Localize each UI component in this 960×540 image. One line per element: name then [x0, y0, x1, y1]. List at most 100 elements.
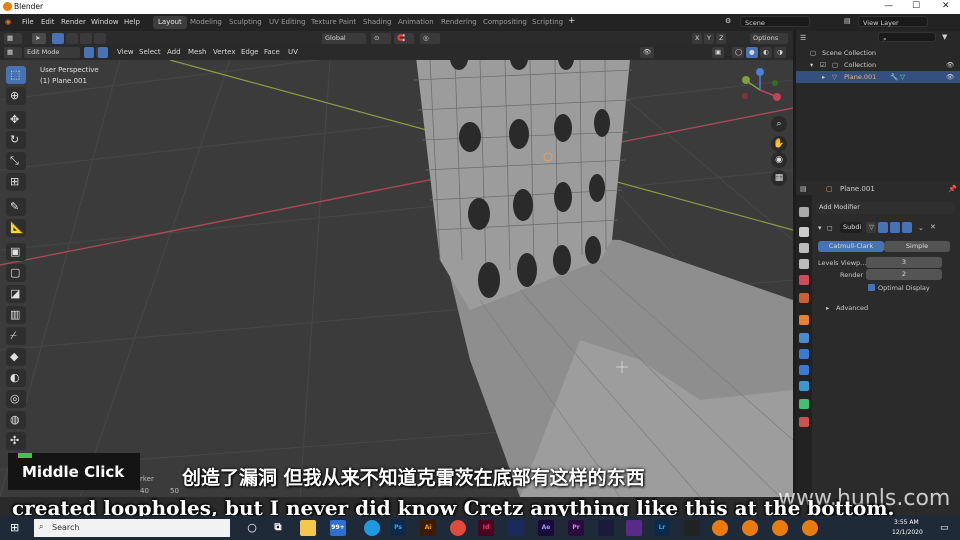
bevel-tool-icon[interactable]: ◪: [6, 285, 26, 303]
solid-shading-icon[interactable]: ●: [746, 47, 758, 58]
mode-select[interactable]: Edit Mode: [24, 47, 80, 58]
xray-icon[interactable]: ▣: [712, 47, 724, 58]
premiere-icon[interactable]: Pr: [568, 520, 584, 536]
scene-tab-icon[interactable]: [799, 275, 809, 285]
task-view-icon[interactable]: ○: [244, 520, 260, 536]
taskbar-search-input[interactable]: ⌕ Search: [34, 519, 230, 537]
data-tab-icon[interactable]: [799, 399, 809, 409]
rendered-shading-icon[interactable]: ◑: [774, 47, 786, 58]
material-shading-icon[interactable]: ◐: [760, 47, 772, 58]
snap-icon[interactable]: 🧲: [394, 33, 414, 44]
tab-scripting[interactable]: Scripting: [527, 16, 568, 29]
view-layer-field[interactable]: View Layer: [858, 16, 928, 27]
tab-animation[interactable]: Animation: [393, 16, 439, 29]
world-tab-icon[interactable]: [799, 293, 809, 303]
3d-viewport[interactable]: User Perspective (1) Plane.001 ⌕ ✋ ◉ ▦ ⬚…: [0, 60, 793, 497]
pan-hand-icon[interactable]: ✋: [771, 136, 787, 152]
edge-icon[interactable]: [364, 520, 380, 536]
annotate-tool-icon[interactable]: ✎: [6, 198, 26, 216]
menu-file[interactable]: File: [22, 18, 34, 26]
blender-taskbar-icon[interactable]: [802, 520, 818, 536]
close-icon[interactable]: ✕: [942, 1, 950, 11]
tab-modeling[interactable]: Modeling: [185, 16, 227, 29]
editor-type-icon[interactable]: ▦: [4, 33, 22, 44]
shear-tool-icon[interactable]: ✣: [6, 432, 26, 450]
blender-taskbar-icon[interactable]: [772, 520, 788, 536]
notification-icon[interactable]: ▭: [940, 523, 949, 533]
scale-tool-icon[interactable]: ⤡: [6, 152, 26, 170]
physics-tab-icon[interactable]: [799, 365, 809, 375]
blender-taskbar-icon[interactable]: [742, 520, 758, 536]
render-tab-icon[interactable]: [799, 227, 809, 237]
tab-sculpting[interactable]: Sculpting: [224, 16, 267, 29]
app-icon[interactable]: [684, 520, 700, 536]
wireframe-shading-icon[interactable]: ◯: [732, 47, 744, 58]
menu-vertex[interactable]: Vertex: [213, 48, 236, 56]
editmode-toggle-icon[interactable]: [878, 222, 888, 233]
viewport-toggle-icon[interactable]: [890, 222, 900, 233]
tab-rendering[interactable]: Rendering: [436, 16, 482, 29]
menu-render[interactable]: Render: [61, 18, 86, 26]
chrome-icon[interactable]: [450, 520, 466, 536]
mail-icon[interactable]: 99+: [330, 520, 346, 536]
expand-icon[interactable]: ▸: [826, 304, 829, 312]
windows-start-icon[interactable]: ⊞: [10, 521, 19, 534]
tab-uv-editing[interactable]: UV Editing: [264, 16, 311, 29]
transform-tool-icon[interactable]: ⊞: [6, 173, 26, 191]
face-select-icon[interactable]: [98, 47, 108, 58]
after-effects-icon[interactable]: Ae: [538, 520, 554, 536]
photoshop-icon[interactable]: Ps: [390, 520, 406, 536]
optimal-display-checkbox[interactable]: [868, 284, 875, 291]
menu-window[interactable]: Window: [91, 18, 119, 26]
mesh-edit-mode-icon[interactable]: ▽: [866, 222, 876, 233]
menu-mesh[interactable]: Mesh: [188, 48, 206, 56]
zoom-icon[interactable]: ⌕: [771, 116, 787, 132]
object-tab-icon[interactable]: [799, 315, 809, 325]
select-invert-icon[interactable]: [94, 33, 106, 44]
filter-icon[interactable]: ▼: [942, 33, 947, 41]
eye-icon[interactable]: 👁: [946, 61, 954, 69]
indesign-icon[interactable]: Id: [478, 520, 494, 536]
minimize-icon[interactable]: —: [884, 1, 893, 11]
output-tab-icon[interactable]: [799, 243, 809, 253]
checkbox-icon[interactable]: ☑: [820, 61, 826, 69]
menu-face[interactable]: Face: [264, 48, 280, 56]
menu-help[interactable]: Help: [124, 18, 140, 26]
tool-tab-icon[interactable]: [799, 207, 809, 217]
tab-texture-paint[interactable]: Texture Paint: [306, 16, 361, 29]
proportional-edit-icon[interactable]: ◎: [420, 33, 440, 44]
dropdown-icon[interactable]: ⌄: [918, 224, 924, 232]
constraints-tab-icon[interactable]: [799, 381, 809, 391]
extrude-tool-icon[interactable]: ▣: [6, 243, 26, 261]
eye-icon[interactable]: 👁: [946, 73, 954, 81]
menu-view[interactable]: View: [117, 48, 134, 56]
pin-icon[interactable]: 📌: [948, 185, 957, 193]
advanced-section-label[interactable]: Advanced: [836, 304, 868, 312]
tab-shading[interactable]: Shading: [358, 16, 396, 29]
maximize-icon[interactable]: ☐: [912, 1, 920, 11]
outliner-search-input[interactable]: ⌕: [878, 32, 936, 43]
transform-orientation-select[interactable]: Global: [322, 33, 366, 44]
select-new-icon[interactable]: [52, 33, 64, 44]
file-explorer-icon[interactable]: [300, 520, 316, 536]
options-dropdown[interactable]: Options: [750, 33, 788, 44]
modifier-tab-icon[interactable]: [799, 333, 809, 343]
particles-tab-icon[interactable]: [799, 349, 809, 359]
select-box-tool-icon[interactable]: ⬚: [6, 66, 26, 84]
outliner-row-plane[interactable]: ▸ ▽ Plane.001 🔧 ▽ 👁: [796, 71, 960, 83]
measure-tool-icon[interactable]: 📐: [6, 219, 26, 237]
poly-build-tool-icon[interactable]: ◆: [6, 348, 26, 366]
grid-ortho-icon[interactable]: ▦: [771, 170, 787, 186]
app-icon[interactable]: [508, 520, 524, 536]
app-icon[interactable]: [598, 520, 614, 536]
menu-select[interactable]: Select: [139, 48, 161, 56]
task-switch-icon[interactable]: ⧉: [270, 520, 286, 536]
outliner-row-scene-collection[interactable]: ▢ Scene Collection: [796, 47, 960, 59]
menu-edit[interactable]: Edit: [41, 18, 55, 26]
inset-tool-icon[interactable]: ▢: [6, 264, 26, 282]
outliner-type-icon[interactable]: ☰: [800, 34, 806, 42]
remove-modifier-icon[interactable]: ✕: [930, 223, 936, 231]
collapse-icon[interactable]: ▾: [818, 224, 822, 232]
render-toggle-icon[interactable]: [902, 222, 912, 233]
editor-type-icon[interactable]: ▦: [4, 47, 22, 58]
